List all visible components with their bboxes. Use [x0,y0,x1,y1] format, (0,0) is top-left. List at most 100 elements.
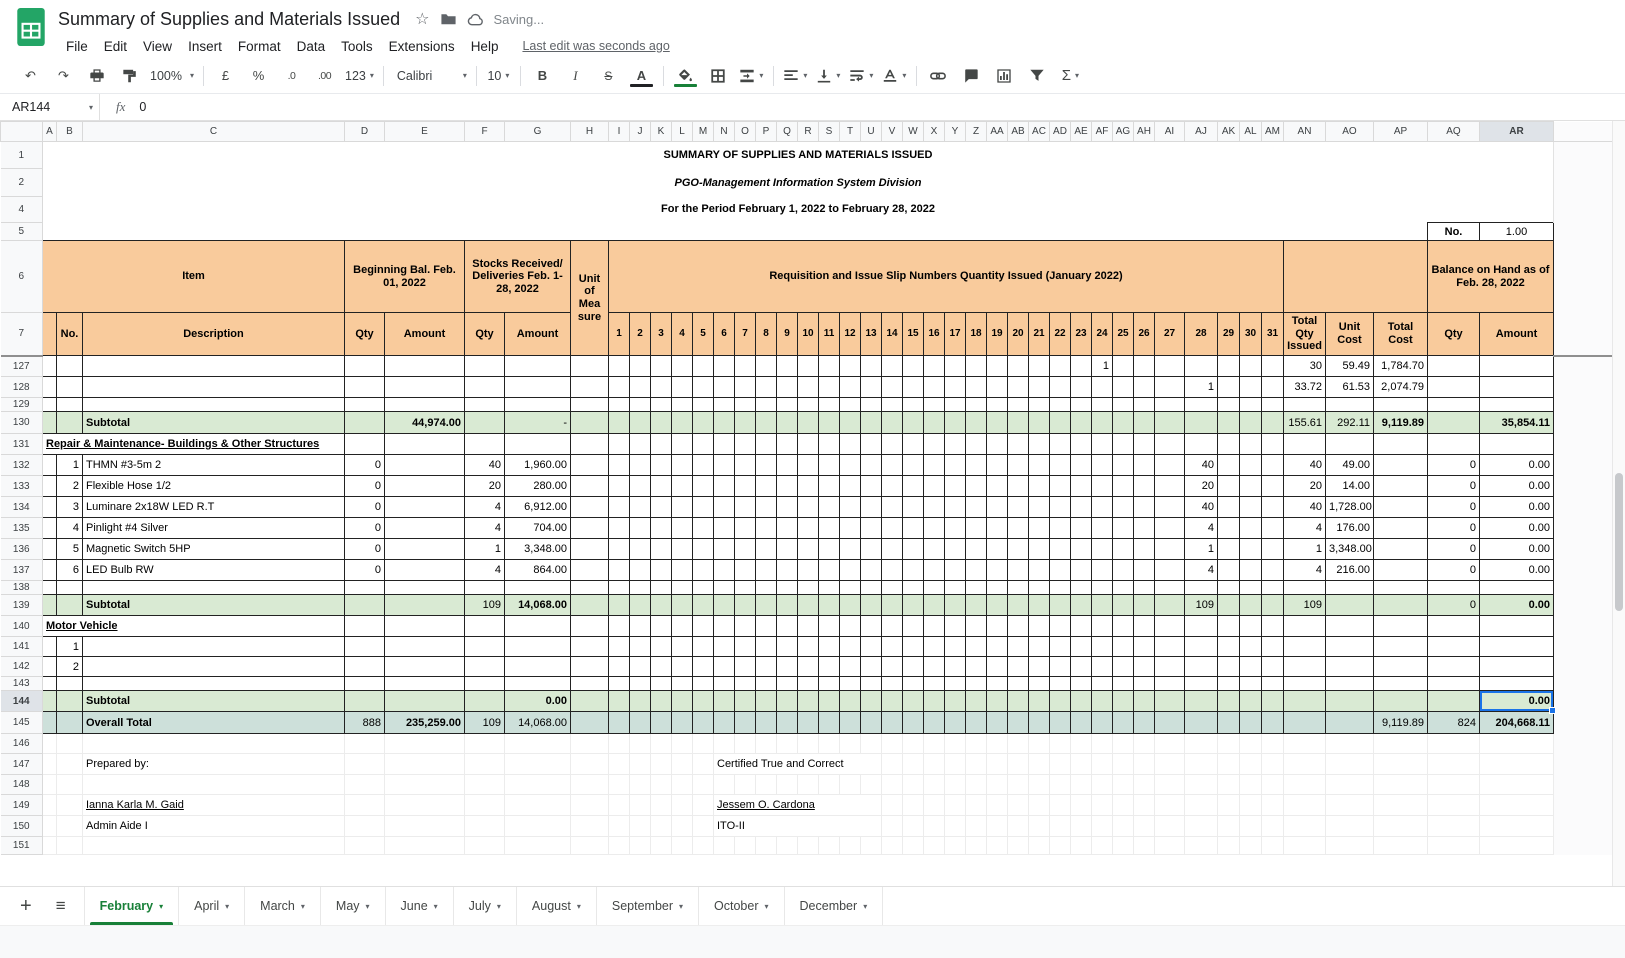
cell[interactable]: Balance on Hand as of Feb. 28, 2022 [1427,240,1554,313]
cell[interactable] [650,222,672,241]
cell[interactable] [1184,636,1218,657]
cell[interactable] [839,656,861,677]
row-header-7[interactable]: 7 [0,312,43,357]
cell[interactable] [629,615,651,637]
cell[interactable] [965,774,987,795]
cell[interactable]: 109 [1184,594,1218,616]
cell[interactable]: 824 [1427,711,1480,734]
cell[interactable] [860,433,882,455]
cell[interactable]: 1 [1184,376,1218,398]
cell[interactable]: 1 [56,454,83,476]
column-header-Z[interactable]: Z [965,121,987,142]
cell[interactable] [650,355,672,377]
cell[interactable] [570,733,609,754]
cell[interactable] [1112,753,1134,775]
cell[interactable] [650,433,672,455]
cell[interactable] [1239,711,1262,734]
cell[interactable] [902,475,924,497]
cell[interactable] [944,594,966,616]
cell[interactable] [1154,538,1185,560]
cell[interactable]: 0 [1427,475,1480,497]
cell[interactable] [1325,676,1374,691]
cell[interactable] [1112,615,1134,637]
cell[interactable] [1070,580,1092,595]
cell[interactable] [818,538,840,560]
cell[interactable]: 14.00 [1325,475,1374,497]
cell[interactable] [671,636,693,657]
cell[interactable] [570,475,609,497]
cell[interactable] [692,594,714,616]
cell[interactable] [384,517,465,539]
cell[interactable] [881,496,903,518]
cell[interactable] [1007,475,1029,497]
cell[interactable]: 35,854.11 [1479,411,1554,434]
scrollbar-thumb[interactable] [1615,472,1623,611]
cell[interactable] [860,222,882,241]
cell[interactable] [1112,815,1134,837]
cell[interactable] [570,559,609,581]
cell[interactable] [944,454,966,476]
cell[interactable] [860,376,882,398]
cell[interactable]: Subtotal [82,411,345,434]
cell[interactable] [1217,676,1240,691]
cell[interactable] [1028,517,1050,539]
cell[interactable] [650,711,672,734]
cell[interactable]: 0 [344,475,385,497]
cell[interactable] [944,615,966,637]
cell[interactable] [42,676,57,691]
cell[interactable]: 0 [1427,496,1480,518]
cell[interactable] [734,615,756,637]
cell[interactable]: 44,974.00 [384,411,465,434]
cell[interactable] [650,676,672,691]
cell[interactable] [504,397,571,412]
cell[interactable] [1070,538,1092,560]
cell[interactable] [755,397,777,412]
cell[interactable] [1154,411,1185,434]
cell[interactable] [570,656,609,677]
cell[interactable] [629,559,651,581]
cell[interactable] [776,454,798,476]
cell[interactable] [82,836,345,855]
cell[interactable]: Qty [464,312,505,356]
cell[interactable] [1028,222,1050,241]
cell[interactable] [902,538,924,560]
cell[interactable] [42,690,57,712]
cell[interactable] [671,411,693,434]
column-header-R[interactable]: R [797,121,819,142]
cell[interactable] [944,711,966,734]
cell[interactable] [1028,397,1050,412]
font-size-button[interactable]: 10 ▾ [482,63,515,89]
insert-comment-button[interactable] [955,63,988,89]
cell[interactable]: 40 [1283,454,1326,476]
cell[interactable] [692,580,714,595]
cell[interactable] [881,753,903,775]
cell[interactable] [839,222,861,241]
cell[interactable]: 20 [464,475,505,497]
cell[interactable] [923,815,945,837]
cell[interactable] [1325,580,1374,595]
cell[interactable] [650,774,672,795]
row-header-6[interactable]: 6 [0,240,43,313]
cell[interactable]: 109 [1283,594,1326,616]
cell[interactable] [860,656,882,677]
cell[interactable] [464,411,505,434]
sheet-tab-august[interactable]: August ▾ [517,887,597,925]
cell[interactable] [1283,240,1428,313]
cell[interactable] [755,454,777,476]
cell[interactable] [1217,815,1240,837]
cell[interactable] [797,538,819,560]
cell[interactable] [902,376,924,398]
move-to-folder-icon[interactable] [440,11,457,28]
cell[interactable] [1070,836,1092,855]
cell[interactable] [629,222,651,241]
chevron-down-icon[interactable]: ▾ [577,902,581,911]
cell[interactable] [944,733,966,754]
cell[interactable] [464,355,505,377]
cell[interactable] [1283,636,1326,657]
cell[interactable] [1133,496,1155,518]
cell[interactable] [344,433,385,455]
cell[interactable] [1184,836,1218,855]
cell[interactable] [965,615,987,637]
cell[interactable] [1112,496,1134,518]
cell[interactable]: 888 [344,711,385,734]
